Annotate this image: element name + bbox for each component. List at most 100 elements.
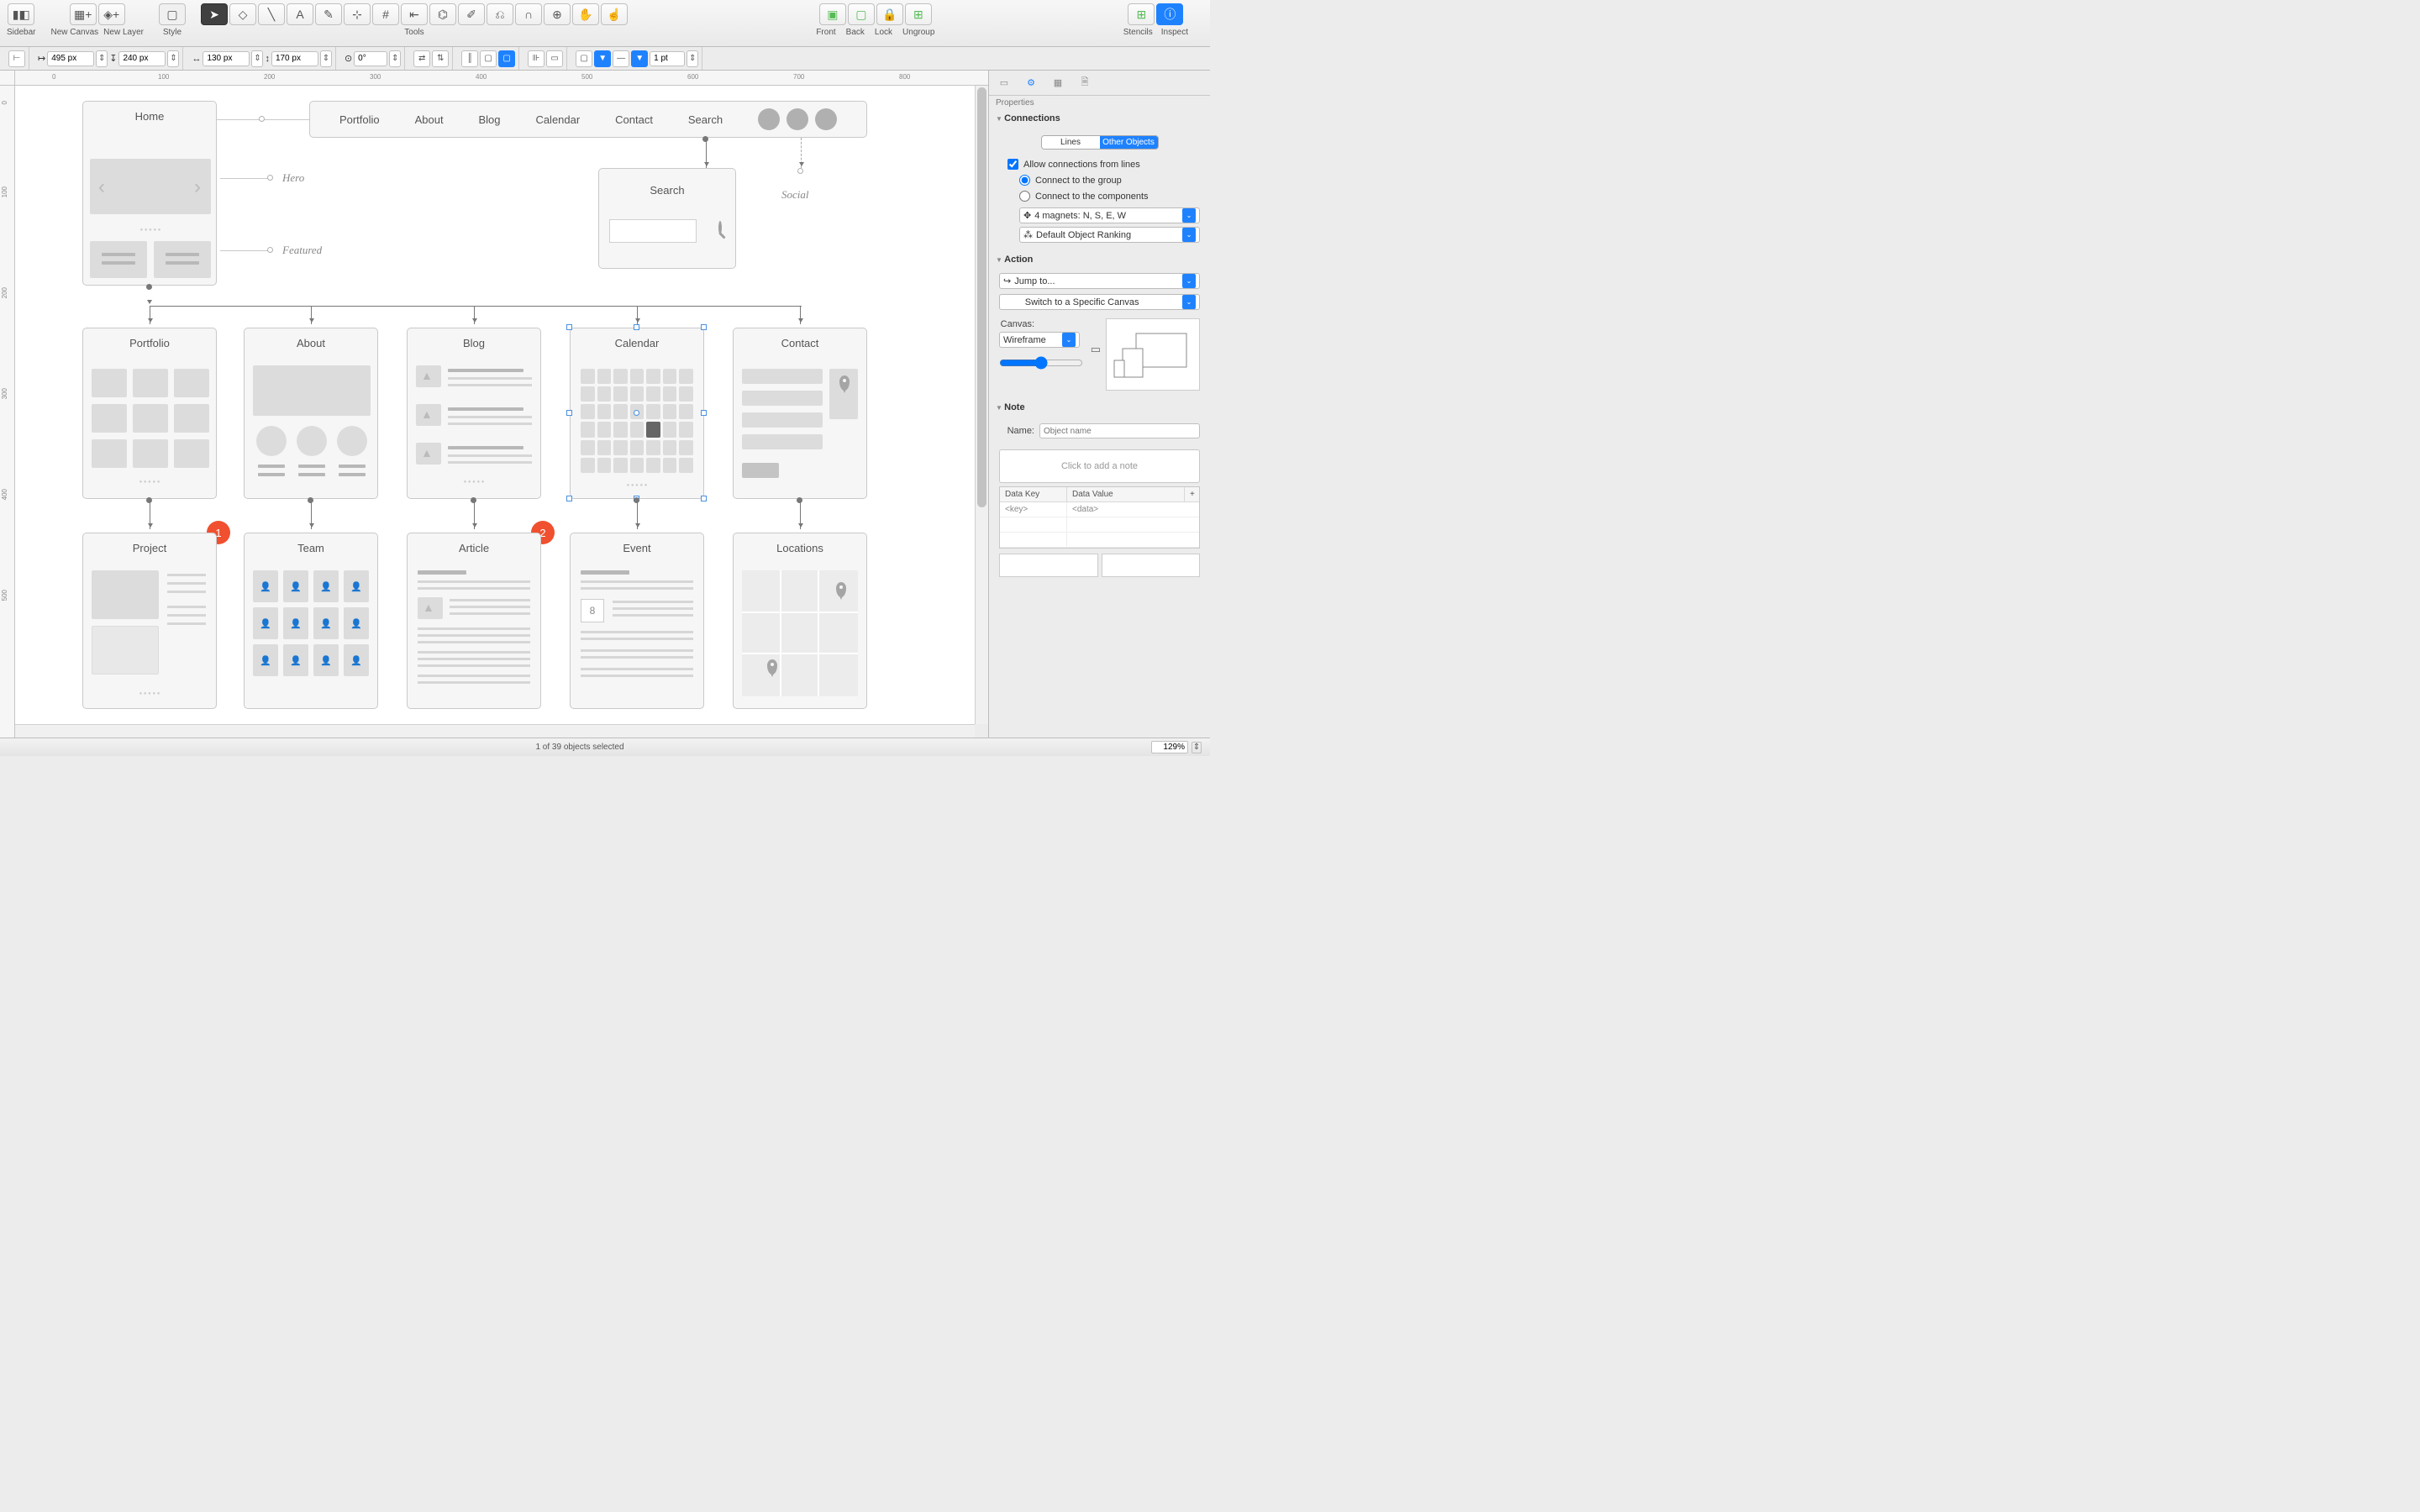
wf-about[interactable]: About	[244, 328, 378, 499]
stroke-color-button[interactable]: ▼	[631, 50, 648, 67]
sel-handle[interactable]	[566, 324, 572, 330]
inspect-button[interactable]: ⓘ	[1156, 3, 1183, 25]
tool-brush[interactable]: ✐	[458, 3, 485, 25]
align-right-button[interactable]: ▢	[498, 50, 515, 67]
ranking-select[interactable]: ⁂ Default Object Ranking⌄	[1019, 227, 1200, 243]
y-stepper[interactable]: ⇕	[167, 50, 179, 67]
tool-crop[interactable]: #	[372, 3, 399, 25]
action-target-select[interactable]: Switch to a Specific Canvas⌄	[999, 294, 1200, 310]
scrollbar-vertical[interactable]	[975, 86, 988, 724]
magnets-select[interactable]: ✥ 4 magnets: N, S, E, W⌄	[1019, 207, 1200, 223]
flip-h-button[interactable]: ⇄	[413, 50, 430, 67]
zoom-stepper[interactable]: ⇕	[1192, 742, 1202, 753]
flip-v-button[interactable]: ⇅	[432, 50, 449, 67]
allow-connections-checkbox[interactable]	[1007, 159, 1018, 170]
insp-tab-canvas[interactable]: ▦	[1050, 75, 1066, 92]
stroke-stepper[interactable]: ⇕	[687, 50, 698, 67]
canvas[interactable]: Home ‹ › ● ● ● ● ● Portfolio About Blog …	[15, 86, 975, 724]
wf-article[interactable]: Article ▲	[407, 533, 541, 709]
tool-zoom[interactable]: ⊕	[544, 3, 571, 25]
angle-stepper[interactable]: ⇕	[389, 50, 401, 67]
ruler-toggle[interactable]: ⊢	[8, 50, 25, 67]
insp-tab-properties[interactable]: ⚙	[1023, 75, 1039, 92]
sidebar-toggle[interactable]: ▮◧	[8, 3, 34, 25]
add-data-button[interactable]: +	[1184, 487, 1199, 501]
wf-home[interactable]: Home ‹ › ● ● ● ● ●	[82, 101, 217, 286]
tool-magnet[interactable]: ∩	[515, 3, 542, 25]
front-button[interactable]: ▣	[819, 3, 846, 25]
scrollbar-horizontal[interactable]	[15, 724, 975, 738]
sel-handle[interactable]	[566, 410, 572, 416]
style-button[interactable]: ▢	[159, 3, 186, 25]
angle-input[interactable]	[354, 51, 387, 66]
wf-project[interactable]: Project ● ● ● ● ●	[82, 533, 217, 709]
distribute-button[interactable]: ⊪	[528, 50, 544, 67]
wf-team[interactable]: Team 👤👤👤👤 👤👤👤👤 👤👤👤👤	[244, 533, 378, 709]
tool-hand[interactable]: ✋	[572, 3, 599, 25]
back-button[interactable]: ▢	[848, 3, 875, 25]
connections-tabs[interactable]: Lines Other Objects	[1041, 135, 1159, 150]
sel-handle[interactable]	[634, 324, 639, 330]
x-input[interactable]	[47, 51, 94, 66]
search-input[interactable]	[609, 219, 697, 243]
wf-contact[interactable]: Contact	[733, 328, 867, 499]
tool-pen[interactable]: ✎	[315, 3, 342, 25]
tool-stamp[interactable]: ⎌	[487, 3, 513, 25]
align-center-button[interactable]: ▢	[480, 50, 497, 67]
insp-note-header[interactable]: Note	[989, 399, 1210, 416]
wf-event[interactable]: Event 8	[570, 533, 704, 709]
connect-components-radio[interactable]	[1019, 191, 1030, 202]
color-well-1[interactable]	[999, 554, 1098, 577]
w-input[interactable]	[203, 51, 250, 66]
target-canvas-select[interactable]: Wireframe⌄	[999, 332, 1080, 348]
insp-tab-document[interactable]: 🗎	[1076, 75, 1093, 92]
connect-group-radio[interactable]	[1019, 175, 1030, 186]
tool-expand[interactable]: ⇤	[401, 3, 428, 25]
ungroup-button[interactable]: ⊞	[905, 3, 932, 25]
fill-color-button[interactable]: ▼	[594, 50, 611, 67]
wf-navbar[interactable]: Portfolio About Blog Calendar Contact Se…	[309, 101, 867, 138]
wf-search[interactable]: Search	[598, 168, 736, 269]
sel-handle[interactable]	[701, 410, 707, 416]
action-slider[interactable]	[999, 356, 1083, 370]
spacing-button[interactable]: ▭	[546, 50, 563, 67]
ruler-horizontal[interactable]: 0 100 200 300 400 500 600 700 800	[15, 71, 988, 86]
tool-pointer[interactable]: ☝	[601, 3, 628, 25]
lock-button[interactable]: 🔒	[876, 3, 903, 25]
y-input[interactable]	[118, 51, 166, 66]
h-stepper[interactable]: ⇕	[320, 50, 332, 67]
sel-handle[interactable]	[701, 324, 707, 330]
sel-handle[interactable]	[566, 496, 572, 501]
insp-connections-header[interactable]: Connections	[989, 110, 1210, 127]
canvas-thumbnail[interactable]	[1106, 318, 1200, 391]
stroke-style-button[interactable]: —	[613, 50, 629, 67]
sel-handle[interactable]	[701, 496, 707, 501]
new-canvas-button[interactable]: ▦+	[70, 3, 97, 25]
stroke-width-input[interactable]	[650, 51, 685, 66]
note-textarea[interactable]: Click to add a note	[999, 449, 1200, 483]
w-stepper[interactable]: ⇕	[251, 50, 263, 67]
wf-locations[interactable]: Locations	[733, 533, 867, 709]
ruler-vertical[interactable]: 0 100 200 300 400 500	[0, 86, 15, 738]
action-type-select[interactable]: ↪ Jump to...⌄	[999, 273, 1200, 289]
tool-diagram[interactable]: ⌬	[429, 3, 456, 25]
sel-rotate-handle[interactable]	[634, 410, 639, 416]
h-input[interactable]	[271, 51, 318, 66]
tool-select[interactable]: ➤	[201, 3, 228, 25]
align-left-button[interactable]: ║	[461, 50, 478, 67]
zoom-input[interactable]	[1151, 741, 1188, 753]
tool-text[interactable]: A	[287, 3, 313, 25]
tool-line[interactable]: ╲	[258, 3, 285, 25]
object-name-input[interactable]	[1039, 423, 1200, 438]
x-stepper[interactable]: ⇕	[96, 50, 108, 67]
tool-point[interactable]: ⊹	[344, 3, 371, 25]
wf-portfolio[interactable]: Portfolio ● ● ● ● ●	[82, 328, 217, 499]
wf-blog[interactable]: Blog ▲ ▲ ▲ ● ● ● ● ●	[407, 328, 541, 499]
fill-none-button[interactable]: ▢	[576, 50, 592, 67]
data-table[interactable]: Data KeyData Value+ <key><data>	[999, 486, 1200, 549]
color-well-2[interactable]	[1102, 554, 1201, 577]
stencils-button[interactable]: ⊞	[1128, 3, 1155, 25]
tool-shape[interactable]: ◇	[229, 3, 256, 25]
insp-tab-object[interactable]: ▭	[996, 75, 1013, 92]
insp-action-header[interactable]: Action	[989, 251, 1210, 268]
